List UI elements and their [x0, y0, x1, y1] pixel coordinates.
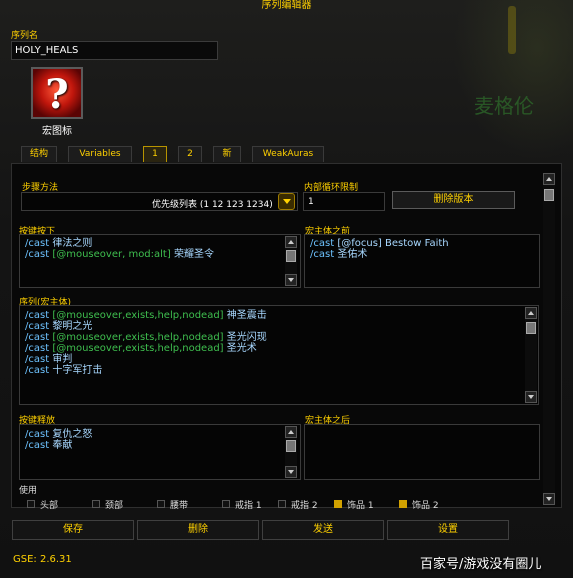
inner-loop-input[interactable]: 1 — [303, 192, 385, 211]
step-method-value: 优先级列表 (1 12 123 1234) — [152, 200, 273, 210]
use-checkbox-neck[interactable] — [92, 500, 100, 508]
tab-new[interactable]: 新 — [213, 146, 241, 162]
sequence-line: /cast 黎明之光 — [25, 321, 93, 332]
keypress-line: /cast [@mouseover, mod:alt] 荣耀圣令 — [25, 249, 214, 260]
tab-structure[interactable]: 结构 — [21, 146, 57, 162]
premacro-line: /cast [@focus] Bestow Faith — [310, 238, 449, 249]
scroll-thumb[interactable] — [286, 250, 296, 262]
window-title: 序列编辑器 — [261, 0, 312, 11]
inner-loop-value: 1 — [308, 197, 314, 207]
use-checkbox-head[interactable] — [27, 500, 35, 508]
chevron-down-icon[interactable] — [278, 193, 295, 210]
send-button[interactable]: 发送 — [262, 520, 384, 540]
sequence-line: /cast 审判 — [25, 354, 73, 365]
keyrelease-line: /cast 复仇之怒 — [25, 429, 93, 440]
sequence-scrollbar[interactable] — [525, 307, 537, 403]
delete-button[interactable]: 删除 — [137, 520, 259, 540]
use-checkbox-label: 腰带 — [170, 501, 189, 511]
use-checkbox-trinket2[interactable] — [399, 500, 407, 508]
scroll-up-icon[interactable] — [285, 236, 297, 248]
scroll-down-icon[interactable] — [543, 493, 555, 505]
premacro-line: /cast 圣佑术 — [310, 249, 368, 260]
scroll-thumb[interactable] — [526, 322, 536, 334]
scroll-down-icon[interactable] — [285, 466, 297, 478]
keypress-scrollbar[interactable] — [285, 236, 297, 286]
sequence-line: /cast 十字军打击 — [25, 365, 103, 376]
question-mark-icon: ? — [33, 69, 81, 117]
sequence-line: /cast [@mouseover,exists,help,nodead] 圣光… — [25, 343, 257, 354]
scroll-down-icon[interactable] — [525, 391, 537, 403]
use-checkbox-ring2[interactable] — [278, 500, 286, 508]
scroll-thumb[interactable] — [286, 440, 296, 452]
use-checkbox-belt[interactable] — [157, 500, 165, 508]
background-exclaim-mark — [508, 6, 516, 54]
use-checkbox-ring1[interactable] — [222, 500, 230, 508]
step-method-dropdown[interactable]: 优先级列表 (1 12 123 1234) — [21, 192, 298, 211]
tab-version-1[interactable]: 1 — [143, 146, 167, 162]
use-checkbox-trinket1[interactable] — [334, 500, 342, 508]
settings-button[interactable]: 设置 — [387, 520, 509, 540]
use-checkbox-label: 颈部 — [105, 501, 124, 511]
postmacro-editor[interactable] — [304, 424, 540, 480]
sequence-line: /cast [@mouseover,exists,help,nodead] 神圣… — [25, 310, 267, 321]
save-button[interactable]: 保存 — [12, 520, 134, 540]
sequence-name-label: 序列名 — [11, 31, 39, 41]
sequence-name-input[interactable]: HOLY_HEALS — [11, 41, 218, 60]
keyrelease-scrollbar[interactable] — [285, 426, 297, 478]
use-label: 使用 — [19, 486, 38, 496]
use-checkbox-label: 戒指 1 — [235, 501, 262, 511]
delete-version-button[interactable]: 删除版本 — [392, 191, 515, 209]
use-checkbox-label: 饰品 2 — [412, 501, 439, 511]
scroll-thumb[interactable] — [544, 189, 554, 201]
use-checkbox-label: 饰品 1 — [347, 501, 374, 511]
use-checkbox-label: 戒指 2 — [291, 501, 318, 511]
tab-variables[interactable]: Variables — [68, 146, 132, 162]
sequence-line: /cast [@mouseover,exists,help,nodead] 圣光… — [25, 332, 267, 343]
use-checkbox-label: 头部 — [40, 501, 59, 511]
tab-version-2[interactable]: 2 — [178, 146, 202, 162]
panel-scrollbar[interactable] — [543, 173, 555, 505]
macro-icon-label: 宏图标 — [42, 126, 72, 137]
background-game-art: 麦格伦 — [474, 94, 534, 118]
scroll-up-icon[interactable] — [543, 173, 555, 185]
version-text: GSE: 2.6.31 — [13, 554, 72, 565]
keypress-line: /cast 律法之则 — [25, 238, 93, 249]
watermark-text: 百家号/游戏没有圈儿 — [420, 557, 542, 572]
tab-weakauras[interactable]: WeakAuras — [252, 146, 324, 162]
keyrelease-line: /cast 奉献 — [25, 440, 73, 451]
scroll-up-icon[interactable] — [285, 426, 297, 438]
scroll-down-icon[interactable] — [285, 274, 297, 286]
scroll-up-icon[interactable] — [525, 307, 537, 319]
macro-icon-button[interactable]: ? — [31, 67, 83, 119]
